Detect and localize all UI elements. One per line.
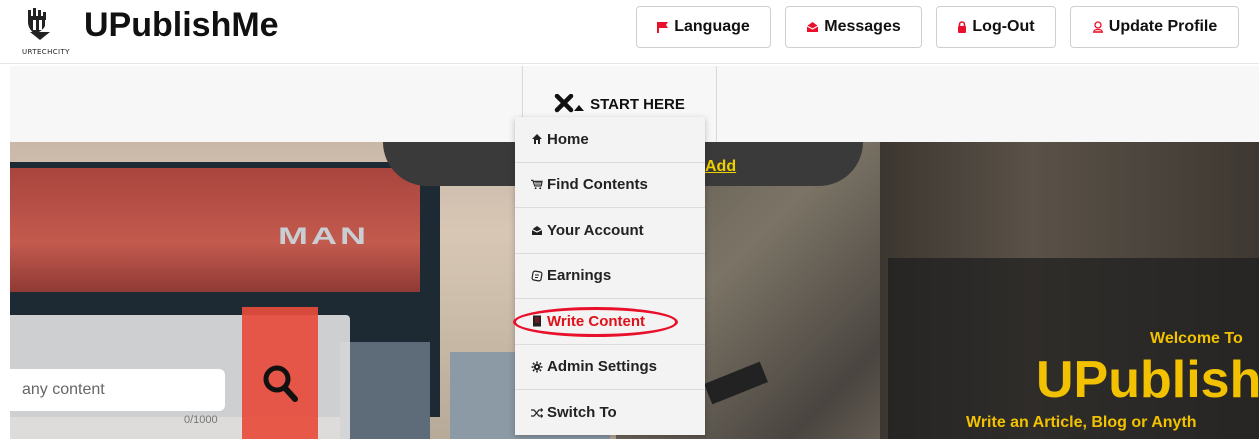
lock-icon <box>957 21 967 33</box>
message-icon <box>806 21 819 33</box>
page-root: URTECHCITY UPublishMe Language Messages … <box>0 0 1259 439</box>
add-link[interactable]: Add <box>705 158 736 176</box>
shuffle-icon <box>531 407 543 418</box>
earnings-icon <box>531 270 543 282</box>
welcome-title: UPublish <box>1036 351 1259 409</box>
menu-item-admin-settings[interactable]: Admin Settings <box>515 345 705 390</box>
logout-label: Log-Out <box>972 18 1035 35</box>
update-profile-button[interactable]: Update Profile <box>1070 6 1239 48</box>
messages-label: Messages <box>824 18 901 35</box>
site-logo[interactable]: URTECHCITY <box>22 6 78 56</box>
app-title[interactable]: UPublishMe <box>84 6 279 45</box>
language-label: Language <box>674 18 750 35</box>
language-button[interactable]: Language <box>636 6 771 48</box>
start-here-dropdown: Home Find Contents Your Account Earnings… <box>513 117 705 436</box>
welcome-panel <box>888 258 1259 439</box>
menu-item-write-content[interactable]: Write Content <box>513 299 705 345</box>
flag-icon <box>657 21 669 33</box>
castle-logo-icon <box>28 8 50 40</box>
menu-item-switch-to[interactable]: Switch To <box>515 390 705 436</box>
logout-button[interactable]: Log-Out <box>936 6 1056 48</box>
bus-brand-text: MAN <box>278 223 369 250</box>
logo-text: URTECHCITY <box>22 48 70 56</box>
highlight-annotation <box>513 307 678 337</box>
menu-item-earnings[interactable]: Earnings <box>515 254 705 299</box>
messages-button[interactable]: Messages <box>785 6 922 48</box>
search-char-count: 0/1000 <box>184 414 218 426</box>
account-icon <box>531 225 543 236</box>
menu-item-label: Earnings <box>547 267 612 285</box>
user-icon <box>1092 21 1104 33</box>
cart-icon <box>531 179 543 190</box>
start-here-label: START HERE <box>590 95 685 113</box>
menu-item-home[interactable]: Home <box>515 117 705 163</box>
header-bar: URTECHCITY UPublishMe Language Messages … <box>0 0 1259 64</box>
menu-item-label: Find Contents <box>547 176 648 194</box>
menu-item-find-contents[interactable]: Find Contents <box>515 163 705 208</box>
bus-window <box>340 342 430 439</box>
search-button[interactable] <box>258 360 304 408</box>
update-profile-label: Update Profile <box>1108 18 1218 35</box>
menu-item-label: Switch To <box>547 404 617 422</box>
welcome-subtitle: Write an Article, Blog or Anyth <box>966 414 1197 431</box>
close-icon <box>554 94 585 113</box>
welcome-small-text: Welcome To <box>1150 330 1243 347</box>
home-icon <box>531 133 543 145</box>
gear-icon <box>531 361 543 373</box>
search-icon <box>263 365 298 402</box>
menu-item-your-account[interactable]: Your Account <box>515 208 705 254</box>
menu-item-label: Your Account <box>547 221 644 239</box>
menu-item-label: Admin Settings <box>547 358 658 376</box>
search-input[interactable] <box>10 369 225 411</box>
menu-item-label: Home <box>547 130 589 148</box>
